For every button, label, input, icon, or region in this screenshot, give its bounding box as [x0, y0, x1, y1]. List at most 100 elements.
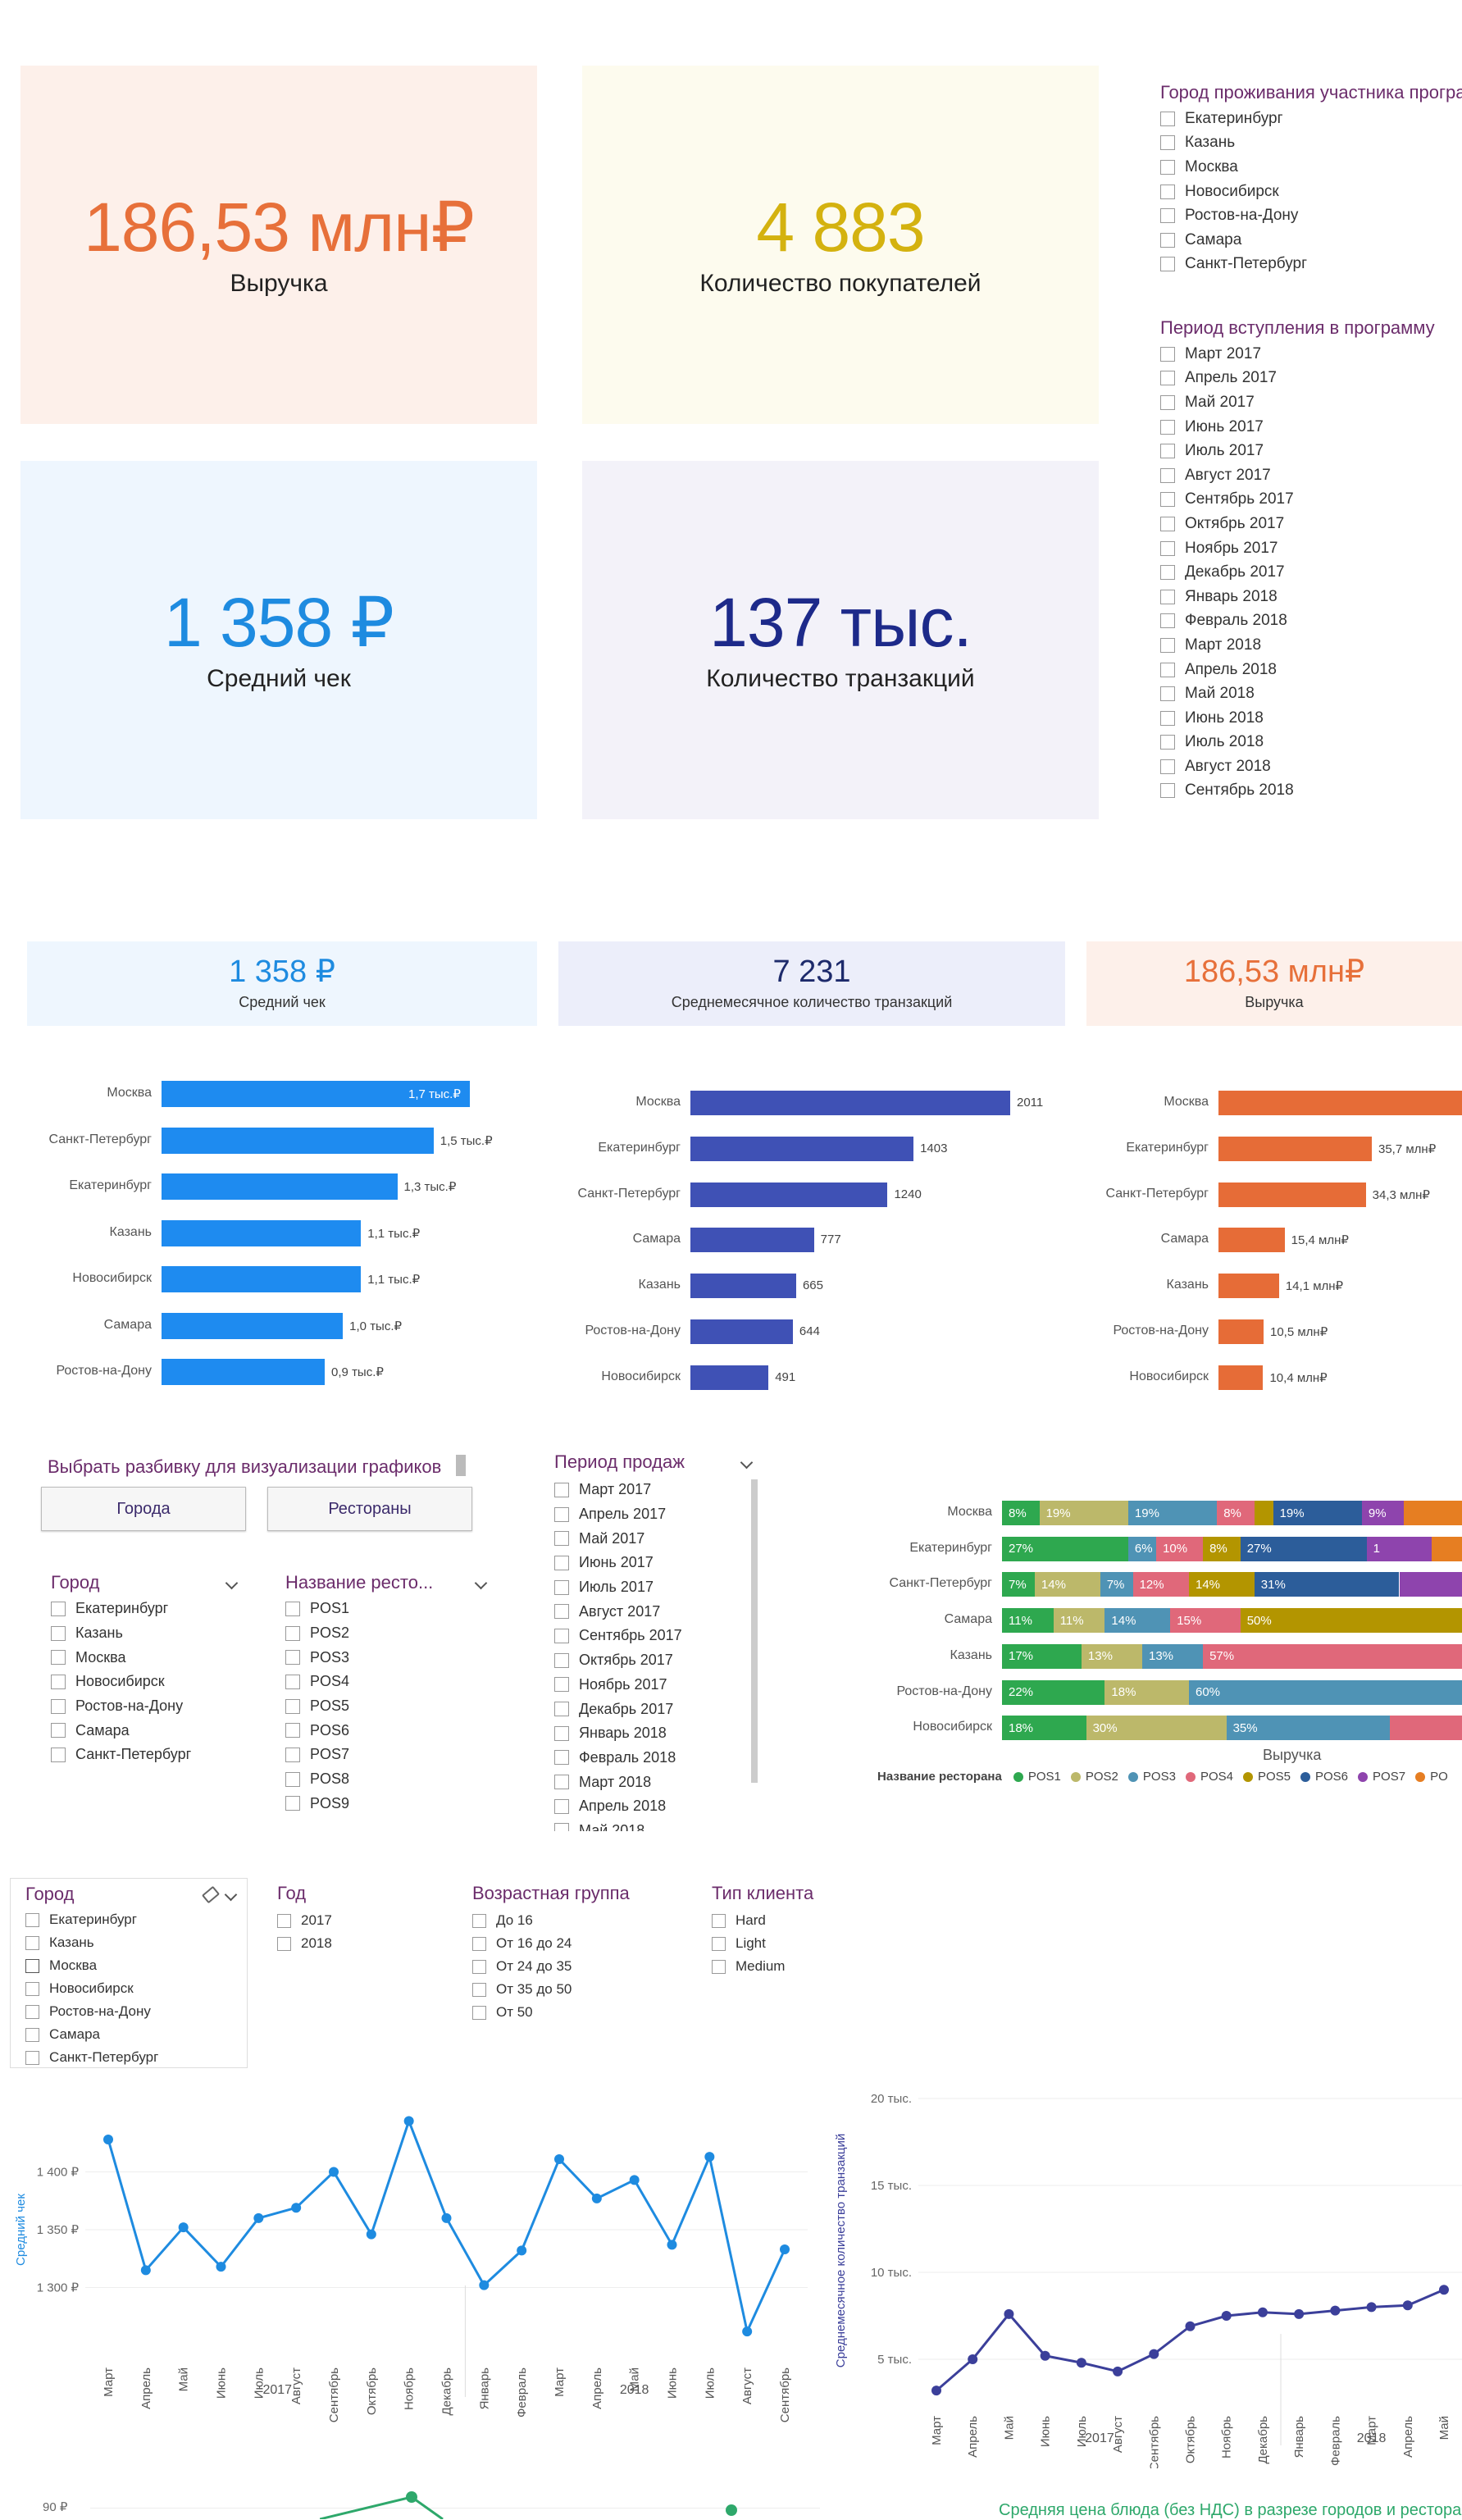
- bar-segment[interactable]: 11%: [1054, 1608, 1105, 1633]
- bar[interactable]: [162, 1173, 398, 1200]
- checkbox[interactable]: [554, 1702, 569, 1716]
- bar[interactable]: [162, 1128, 434, 1154]
- join-period-item[interactable]: Апрель 2018: [1160, 658, 1462, 682]
- checkbox[interactable]: [472, 1983, 486, 1997]
- checkbox[interactable]: [285, 1772, 300, 1787]
- join-period-item[interactable]: Март 2017: [1160, 342, 1462, 367]
- checkbox[interactable]: [1160, 613, 1175, 628]
- sales-period-item[interactable]: Январь 2018: [554, 1721, 759, 1746]
- join-period-item[interactable]: Февраль 2018: [1160, 609, 1462, 634]
- checkbox[interactable]: [554, 1677, 569, 1692]
- checkbox[interactable]: [1160, 112, 1175, 126]
- city-item[interactable]: Санкт-Петербург: [25, 2046, 240, 2068]
- checkbox[interactable]: [25, 2005, 39, 2019]
- checkbox[interactable]: [1160, 783, 1175, 798]
- city-item[interactable]: Самара: [1160, 228, 1462, 253]
- checkbox[interactable]: [285, 1675, 300, 1689]
- checkbox[interactable]: [285, 1699, 300, 1714]
- checkbox[interactable]: [51, 1626, 66, 1641]
- chevron-down-icon[interactable]: [225, 1888, 238, 1901]
- legend-item[interactable]: POS7: [1358, 1770, 1405, 1784]
- join-period-item[interactable]: Август 2017: [1160, 463, 1462, 488]
- checkbox[interactable]: [1160, 541, 1175, 556]
- bar-segment[interactable]: 27%: [1241, 1537, 1367, 1561]
- checkbox[interactable]: [554, 1775, 569, 1789]
- bar-segment[interactable]: 18%: [1002, 1716, 1086, 1740]
- checkbox[interactable]: [1160, 395, 1175, 410]
- join-period-item[interactable]: Октябрь 2017: [1160, 512, 1462, 536]
- city-item[interactable]: Екатеринбург: [1160, 107, 1462, 131]
- join-period-item[interactable]: Май 2018: [1160, 681, 1462, 706]
- bar-segment[interactable]: 8%: [1002, 1501, 1040, 1525]
- restaurant-item[interactable]: POS5: [285, 1694, 490, 1719]
- checkbox[interactable]: [1160, 233, 1175, 248]
- checkbox[interactable]: [554, 1823, 569, 1831]
- sales-period-item[interactable]: Октябрь 2017: [554, 1648, 759, 1673]
- checkbox[interactable]: [51, 1675, 66, 1689]
- bar-segment[interactable]: 10%: [1156, 1537, 1203, 1561]
- bar[interactable]: [1218, 1228, 1285, 1252]
- age-group-item[interactable]: От 50: [472, 2001, 669, 2024]
- restaurant-item[interactable]: POS7: [285, 1743, 490, 1767]
- bar-segment[interactable]: [1255, 1501, 1273, 1525]
- city-item[interactable]: Ростов-на-Дону: [51, 1694, 241, 1719]
- checkbox[interactable]: [25, 1913, 39, 1927]
- checkbox[interactable]: [554, 1531, 569, 1546]
- city-item[interactable]: Новосибирск: [51, 1670, 241, 1694]
- city-item[interactable]: Самара: [25, 2023, 240, 2046]
- checkbox[interactable]: [1160, 371, 1175, 385]
- city-item[interactable]: Санкт-Петербург: [51, 1743, 241, 1767]
- bar-segment[interactable]: [1400, 1572, 1462, 1597]
- join-period-item[interactable]: Январь 2018: [1160, 585, 1462, 609]
- sales-period-item[interactable]: Декабрь 2017: [554, 1697, 759, 1721]
- bar-segment[interactable]: 1: [1367, 1537, 1432, 1561]
- restaurant-item[interactable]: POS2: [285, 1621, 490, 1646]
- bar[interactable]: [690, 1183, 887, 1207]
- bar-segment[interactable]: [1404, 1501, 1462, 1525]
- checkbox[interactable]: [285, 1602, 300, 1616]
- checkbox[interactable]: [1160, 686, 1175, 701]
- checkbox[interactable]: [1160, 347, 1175, 362]
- bar[interactable]: [690, 1228, 814, 1252]
- sales-period-item[interactable]: Май 2018: [554, 1819, 759, 1831]
- bar-segment[interactable]: 27%: [1002, 1537, 1128, 1561]
- checkbox[interactable]: [51, 1723, 66, 1738]
- checkbox[interactable]: [25, 2028, 39, 2042]
- city-item[interactable]: Новосибирск: [1160, 180, 1462, 204]
- bar[interactable]: [1218, 1183, 1366, 1207]
- bar-segment[interactable]: 7%: [1002, 1572, 1035, 1597]
- checkbox[interactable]: [1160, 420, 1175, 435]
- year-item[interactable]: 2018: [277, 1932, 408, 1955]
- checkbox[interactable]: [1160, 135, 1175, 150]
- bar[interactable]: [162, 1266, 361, 1292]
- checkbox[interactable]: [472, 1937, 486, 1951]
- client-type-item[interactable]: Medium: [712, 1955, 876, 1978]
- legend-item[interactable]: POS2: [1071, 1770, 1118, 1784]
- legend-item[interactable]: POS6: [1300, 1770, 1348, 1784]
- bar[interactable]: [690, 1274, 796, 1298]
- checkbox[interactable]: [554, 1604, 569, 1619]
- checkbox[interactable]: [554, 1653, 569, 1668]
- bar[interactable]: [690, 1365, 768, 1390]
- checkbox[interactable]: [285, 1748, 300, 1762]
- checkbox[interactable]: [712, 1937, 726, 1951]
- bar-segment[interactable]: 19%: [1273, 1501, 1362, 1525]
- checkbox[interactable]: [554, 1799, 569, 1814]
- restaurant-item[interactable]: POS6: [285, 1718, 490, 1743]
- bar-segment[interactable]: 14%: [1189, 1572, 1255, 1597]
- city-item[interactable]: Ростов-на-Дону: [25, 2000, 240, 2023]
- bar-segment[interactable]: 50%: [1241, 1608, 1462, 1633]
- checkbox[interactable]: [472, 1914, 486, 1928]
- bar-segment[interactable]: 30%: [1086, 1716, 1227, 1740]
- sales-period-item[interactable]: Сентябрь 2017: [554, 1624, 759, 1648]
- bar-segment[interactable]: [1432, 1537, 1462, 1561]
- checkbox[interactable]: [285, 1650, 300, 1665]
- checkbox[interactable]: [285, 1796, 300, 1811]
- city-item[interactable]: Ростов-на-Дону: [1160, 203, 1462, 228]
- checkbox[interactable]: [1160, 517, 1175, 531]
- checkbox[interactable]: [1160, 160, 1175, 175]
- join-period-item[interactable]: Июль 2017: [1160, 439, 1462, 463]
- bar[interactable]: [162, 1359, 325, 1385]
- city-item[interactable]: Казань: [51, 1621, 241, 1646]
- restaurant-item[interactable]: POS3: [285, 1645, 490, 1670]
